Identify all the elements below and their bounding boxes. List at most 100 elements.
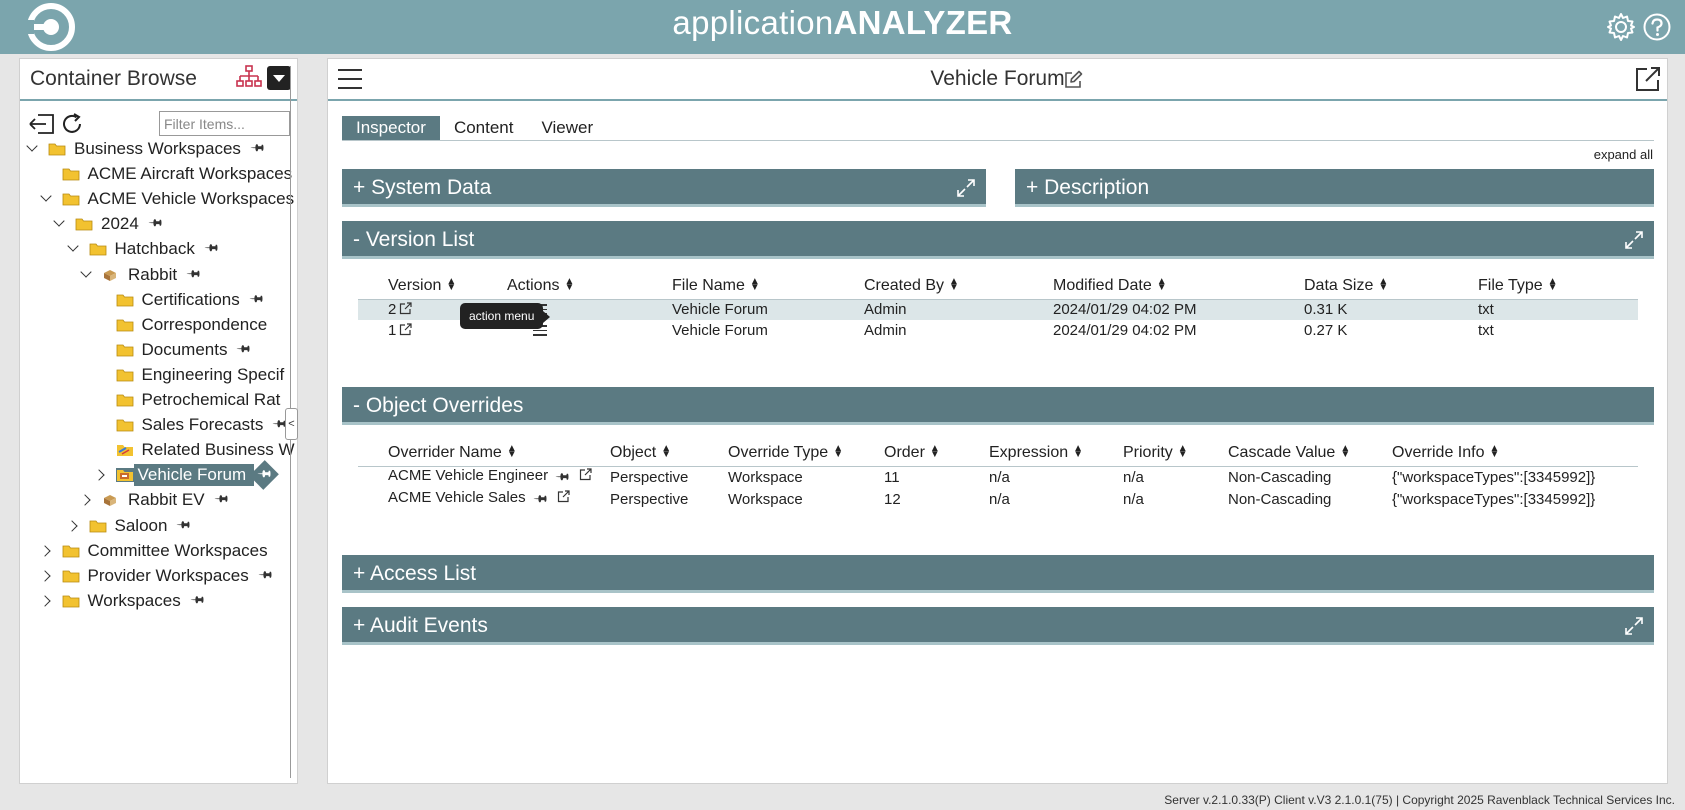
tree-node[interactable]: Rabbit EV 🖈︎ bbox=[80, 488, 232, 512]
pin-icon[interactable]: 🖈︎ bbox=[244, 288, 268, 312]
maximize-icon[interactable] bbox=[1624, 616, 1644, 636]
chevron-right-icon[interactable] bbox=[94, 468, 108, 482]
sort-icon[interactable]: ▲ ▼ bbox=[1178, 444, 1188, 460]
chevron-right-icon[interactable] bbox=[40, 544, 54, 558]
version-col-header[interactable]: Data Size ▲ ▼ bbox=[1304, 269, 1478, 300]
override-col-header[interactable]: Priority ▲ ▼ bbox=[1123, 436, 1228, 467]
tree-node[interactable]: 2024 🖈︎ bbox=[53, 212, 166, 236]
open-link-icon[interactable] bbox=[579, 467, 592, 481]
sort-icon[interactable]: ▲ ▼ bbox=[446, 277, 456, 293]
version-col-header[interactable]: Actions ▲ ▼ bbox=[507, 269, 672, 300]
sort-icon[interactable]: ▲ ▼ bbox=[1548, 277, 1558, 293]
version-col-header[interactable]: Created By ▲ ▼ bbox=[864, 269, 1053, 300]
open-link-icon[interactable] bbox=[399, 302, 412, 315]
pin-icon[interactable]: 🖈︎ bbox=[253, 564, 277, 588]
sort-icon[interactable]: ▲ ▼ bbox=[1378, 277, 1388, 293]
sort-icon[interactable]: ▲ ▼ bbox=[661, 444, 671, 460]
expand-all-link[interactable]: expand all bbox=[1594, 147, 1653, 162]
pin-icon[interactable]: 🖈︎ bbox=[199, 237, 223, 261]
gear-icon[interactable] bbox=[1606, 12, 1636, 42]
override-col-header[interactable]: Order ▲ ▼ bbox=[884, 436, 989, 467]
tree-node[interactable]: ACME Vehicle Workspaces bbox=[40, 187, 294, 211]
override-row[interactable]: ACME Vehicle Sales 🖈︎ Perspective Workspace… bbox=[358, 487, 1638, 511]
sort-icon[interactable]: ▲ ▼ bbox=[1340, 444, 1350, 460]
edit-icon[interactable] bbox=[1063, 70, 1083, 90]
chevron-right-icon[interactable] bbox=[40, 569, 54, 583]
sort-icon[interactable]: ▲ ▼ bbox=[1489, 444, 1499, 460]
tree-node[interactable]: Saloon 🖈︎ bbox=[67, 514, 195, 538]
override-col-header[interactable]: Override Type ▲ ▼ bbox=[728, 436, 884, 467]
tree-node[interactable]: ACME Aircraft Workspaces bbox=[40, 162, 292, 186]
tree-node[interactable]: Committee Workspaces bbox=[40, 539, 268, 563]
overrider-name[interactable]: ACME Vehicle Engineer bbox=[388, 467, 548, 484]
version-number[interactable]: 2 bbox=[388, 301, 396, 318]
sort-icon[interactable]: ▲ ▼ bbox=[1073, 444, 1083, 460]
section-description[interactable]: + Description bbox=[1015, 169, 1654, 207]
sort-icon[interactable]: ▲ ▼ bbox=[564, 277, 574, 293]
chevron-down-icon[interactable] bbox=[67, 242, 81, 256]
override-col-header[interactable]: Expression ▲ ▼ bbox=[989, 436, 1123, 467]
sort-icon[interactable]: ▲ ▼ bbox=[949, 277, 959, 293]
sort-icon[interactable]: ▲ ▼ bbox=[750, 277, 760, 293]
tab-viewer[interactable]: Viewer bbox=[527, 116, 607, 140]
chevron-down-icon[interactable] bbox=[40, 192, 54, 206]
maximize-icon[interactable] bbox=[956, 178, 976, 198]
sort-icon[interactable]: ▲ ▼ bbox=[1157, 277, 1167, 293]
pin-icon[interactable]: 🖈︎ bbox=[245, 137, 269, 161]
sort-icon[interactable]: ▲ ▼ bbox=[930, 444, 940, 460]
help-icon[interactable] bbox=[1642, 12, 1672, 42]
pin-icon[interactable]: 🖈︎ bbox=[231, 338, 255, 362]
version-number[interactable]: 1 bbox=[388, 322, 396, 339]
tree-node[interactable]: Petrochemical Rat bbox=[94, 388, 280, 412]
version-row[interactable]: 1 Vehicle Forum Admin 2024/01/29 04:02 PM 0.… bbox=[358, 320, 1638, 341]
section-audit-events[interactable]: + Audit Events bbox=[342, 607, 1654, 645]
tree-node[interactable]: Correspondence bbox=[94, 313, 267, 337]
override-col-header[interactable]: Override Info ▲ ▼ bbox=[1392, 436, 1638, 467]
sort-icon[interactable]: ▲ ▼ bbox=[507, 444, 517, 460]
pin-icon[interactable]: 🖈︎ bbox=[528, 487, 552, 511]
tab-content[interactable]: Content bbox=[440, 116, 528, 140]
version-col-header[interactable]: Version ▲ ▼ bbox=[358, 269, 507, 300]
version-col-header[interactable]: Modified Date ▲ ▼ bbox=[1053, 269, 1304, 300]
section-object-overrides[interactable]: - Object Overrides bbox=[342, 387, 1654, 425]
pin-icon[interactable]: 🖈︎ bbox=[181, 262, 205, 286]
tree-node[interactable]: Rabbit 🖈︎ bbox=[80, 263, 204, 287]
version-col-header[interactable]: File Type ▲ ▼ bbox=[1478, 269, 1638, 300]
chevron-right-icon[interactable] bbox=[80, 493, 94, 507]
pin-icon[interactable]: 🖈︎ bbox=[171, 513, 195, 537]
tree-node[interactable]: Vehicle Forum 🖈︎ bbox=[94, 460, 281, 491]
tree-node[interactable]: Related Business W bbox=[94, 438, 295, 462]
tree-node[interactable]: Workspaces 🖈︎ bbox=[40, 589, 208, 613]
pin-icon[interactable]: 🖈︎ bbox=[209, 488, 233, 512]
chevron-down-icon[interactable] bbox=[26, 142, 40, 156]
overrider-name[interactable]: ACME Vehicle Sales bbox=[388, 489, 526, 506]
pin-icon[interactable]: 🖈︎ bbox=[143, 212, 167, 236]
chevron-right-icon[interactable] bbox=[67, 519, 81, 533]
pin-icon[interactable]: 🖈︎ bbox=[550, 465, 574, 489]
chevron-down-icon[interactable] bbox=[80, 268, 94, 282]
tree-node[interactable]: Business Workspaces 🖈︎ bbox=[26, 137, 268, 161]
open-link-icon[interactable] bbox=[557, 489, 570, 503]
tree-node[interactable]: Engineering Specif bbox=[94, 363, 284, 387]
section-access-list[interactable]: + Access List bbox=[342, 555, 1654, 593]
chevron-right-icon[interactable] bbox=[40, 594, 54, 608]
tree-node[interactable]: Sales Forecasts 🖈︎ bbox=[94, 413, 291, 437]
tree-node[interactable]: Certifications 🖈︎ bbox=[94, 288, 267, 312]
open-link-icon[interactable] bbox=[399, 323, 412, 336]
tree-node[interactable]: Provider Workspaces 🖈︎ bbox=[40, 564, 276, 588]
sort-icon[interactable]: ▲ ▼ bbox=[833, 444, 843, 460]
chevron-down-icon[interactable] bbox=[53, 217, 67, 231]
tree-node[interactable]: Hatchback 🖈︎ bbox=[67, 237, 222, 261]
tree-node[interactable]: Documents 🖈︎ bbox=[94, 338, 255, 362]
section-system-data[interactable]: + System Data bbox=[342, 169, 986, 207]
override-col-header[interactable]: Cascade Value ▲ ▼ bbox=[1228, 436, 1392, 467]
override-col-header[interactable]: Object ▲ ▼ bbox=[610, 436, 728, 467]
pin-icon[interactable]: 🖈︎ bbox=[185, 589, 209, 613]
collapse-panel-button[interactable]: < bbox=[285, 408, 298, 440]
tab-inspector[interactable]: Inspector bbox=[342, 116, 440, 140]
maximize-icon[interactable] bbox=[1624, 230, 1644, 250]
version-col-header[interactable]: File Name ▲ ▼ bbox=[672, 269, 864, 300]
open-new-window-icon[interactable] bbox=[1634, 65, 1662, 93]
section-version-list[interactable]: - Version List bbox=[342, 221, 1654, 259]
override-row[interactable]: ACME Vehicle Engineer 🖈︎ Perspective Worksp… bbox=[358, 466, 1638, 489]
